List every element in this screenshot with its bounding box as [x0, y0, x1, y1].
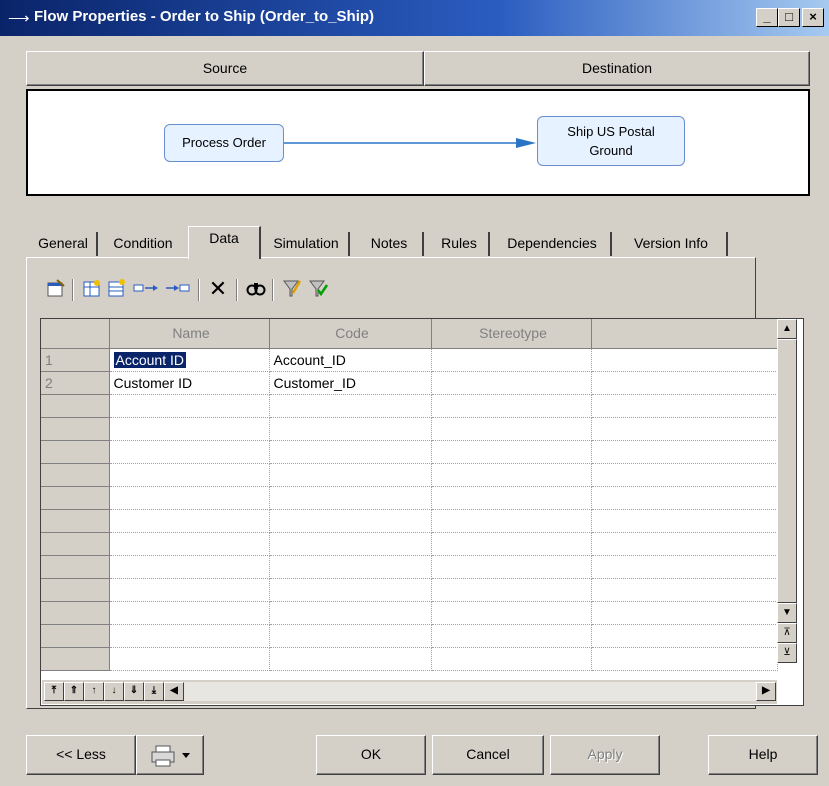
page-down-icon[interactable]: ⊻ [777, 643, 797, 663]
print-menu-button[interactable] [136, 735, 204, 775]
help-button[interactable]: Help [708, 735, 818, 775]
maximize-button[interactable]: □ [778, 8, 800, 27]
empty-row[interactable] [41, 624, 778, 648]
tab-rules[interactable]: Rules [430, 232, 490, 256]
properties-icon[interactable] [44, 277, 68, 301]
add-data-icon[interactable] [80, 277, 104, 301]
title-bar: ⟶ Flow Properties - Order to Ship (Order… [0, 0, 829, 36]
move-down-icon[interactable]: ↓ [104, 682, 124, 701]
table-row[interactable]: 2 Customer ID Customer_ID [41, 371, 778, 395]
tab-dependencies[interactable]: Dependencies [494, 232, 612, 256]
window-title: Flow Properties - Order to Ship (Order_t… [34, 8, 375, 25]
destination-node-line1: Ship US Postal [567, 124, 655, 139]
empty-row[interactable] [41, 417, 778, 441]
cell-name[interactable]: Account ID [109, 348, 270, 372]
scroll-up-icon[interactable]: ▲ [777, 319, 797, 339]
insert-before-icon[interactable] [164, 277, 192, 301]
column-header-name[interactable]: Name [109, 319, 270, 349]
horizontal-scroll-track[interactable] [184, 682, 756, 701]
table-row[interactable]: 1 Account ID Account_ID [41, 348, 778, 372]
cell-blank [591, 371, 778, 395]
delete-icon[interactable]: ✕ [206, 277, 230, 301]
empty-row[interactable] [41, 509, 778, 533]
customize-columns-icon[interactable] [306, 277, 330, 301]
tab-simulation[interactable]: Simulation [264, 232, 350, 256]
empty-row[interactable] [41, 394, 778, 418]
row-nav-bar: ⤒ ⇑ ↑ ↓ ⇓ ⤓ ◀ ▶ [42, 680, 777, 704]
column-header-blank [591, 319, 778, 349]
ok-button[interactable]: OK [316, 735, 426, 775]
minimize-button[interactable]: _ [756, 8, 778, 27]
destination-header[interactable]: Destination [424, 51, 810, 86]
filter-icon[interactable] [280, 277, 304, 301]
flow-connector [284, 138, 536, 148]
scroll-left-icon[interactable]: ◀ [164, 682, 184, 701]
row-number[interactable]: 2 [41, 371, 110, 395]
scroll-right-icon[interactable]: ▶ [756, 682, 776, 701]
cell-blank [591, 348, 778, 372]
close-button[interactable]: × [802, 8, 824, 27]
empty-row[interactable] [41, 647, 778, 671]
move-top-icon[interactable]: ⤒ [44, 682, 64, 701]
empty-row[interactable] [41, 578, 778, 602]
scroll-thumb[interactable] [777, 339, 797, 603]
row-number[interactable]: 1 [41, 348, 110, 372]
move-page-up-icon[interactable]: ⇑ [64, 682, 84, 701]
insert-after-icon[interactable] [132, 277, 160, 301]
page-up-icon[interactable]: ⊼ [777, 623, 797, 643]
column-header-code[interactable]: Code [269, 319, 432, 349]
vertical-scrollbar[interactable]: ▲ ▼ ⊼ ⊻ [777, 319, 797, 663]
corner-cell [41, 319, 110, 349]
flow-arrow-icon: ⟶ [8, 10, 30, 27]
apply-button[interactable]: Apply [550, 735, 660, 775]
move-up-icon[interactable]: ↑ [84, 682, 104, 701]
tab-data[interactable]: Data [188, 226, 261, 259]
move-bottom-icon[interactable]: ⤓ [144, 682, 164, 701]
find-icon[interactable] [244, 277, 268, 301]
empty-row[interactable] [41, 486, 778, 510]
source-header[interactable]: Source [26, 51, 424, 86]
tab-general[interactable]: General [30, 232, 98, 256]
grid-header-row: Name Code Stereotype [41, 319, 778, 349]
tab-notes[interactable]: Notes [356, 232, 424, 256]
empty-row[interactable] [41, 601, 778, 625]
move-page-down-icon[interactable]: ⇓ [124, 682, 144, 701]
data-grid: Name Code Stereotype 1 Account ID Accoun… [40, 318, 804, 706]
tab-version-info[interactable]: Version Info [616, 232, 728, 256]
column-header-stereotype[interactable]: Stereotype [431, 319, 592, 349]
empty-row[interactable] [41, 532, 778, 556]
source-node[interactable]: Process Order [164, 124, 284, 162]
empty-row[interactable] [41, 463, 778, 487]
destination-node-line2: Ground [589, 143, 633, 158]
cancel-button[interactable]: Cancel [432, 735, 544, 775]
new-row-icon[interactable] [104, 277, 128, 301]
cell-code[interactable]: Account_ID [269, 348, 432, 372]
cell-name[interactable]: Customer ID [109, 371, 270, 395]
flow-diagram: Process Order Ship US Postal Ground [26, 89, 810, 196]
tab-condition[interactable]: Condition [104, 232, 182, 256]
scroll-down-icon[interactable]: ▼ [777, 603, 797, 623]
destination-node[interactable]: Ship US Postal Ground [537, 116, 685, 166]
cell-code[interactable]: Customer_ID [269, 371, 432, 395]
empty-row[interactable] [41, 440, 778, 464]
cell-stereotype[interactable] [431, 371, 592, 395]
empty-row[interactable] [41, 555, 778, 579]
cell-name-text[interactable]: Account ID [113, 351, 186, 368]
less-button[interactable]: << Less [26, 735, 136, 775]
cell-stereotype[interactable] [431, 348, 592, 372]
